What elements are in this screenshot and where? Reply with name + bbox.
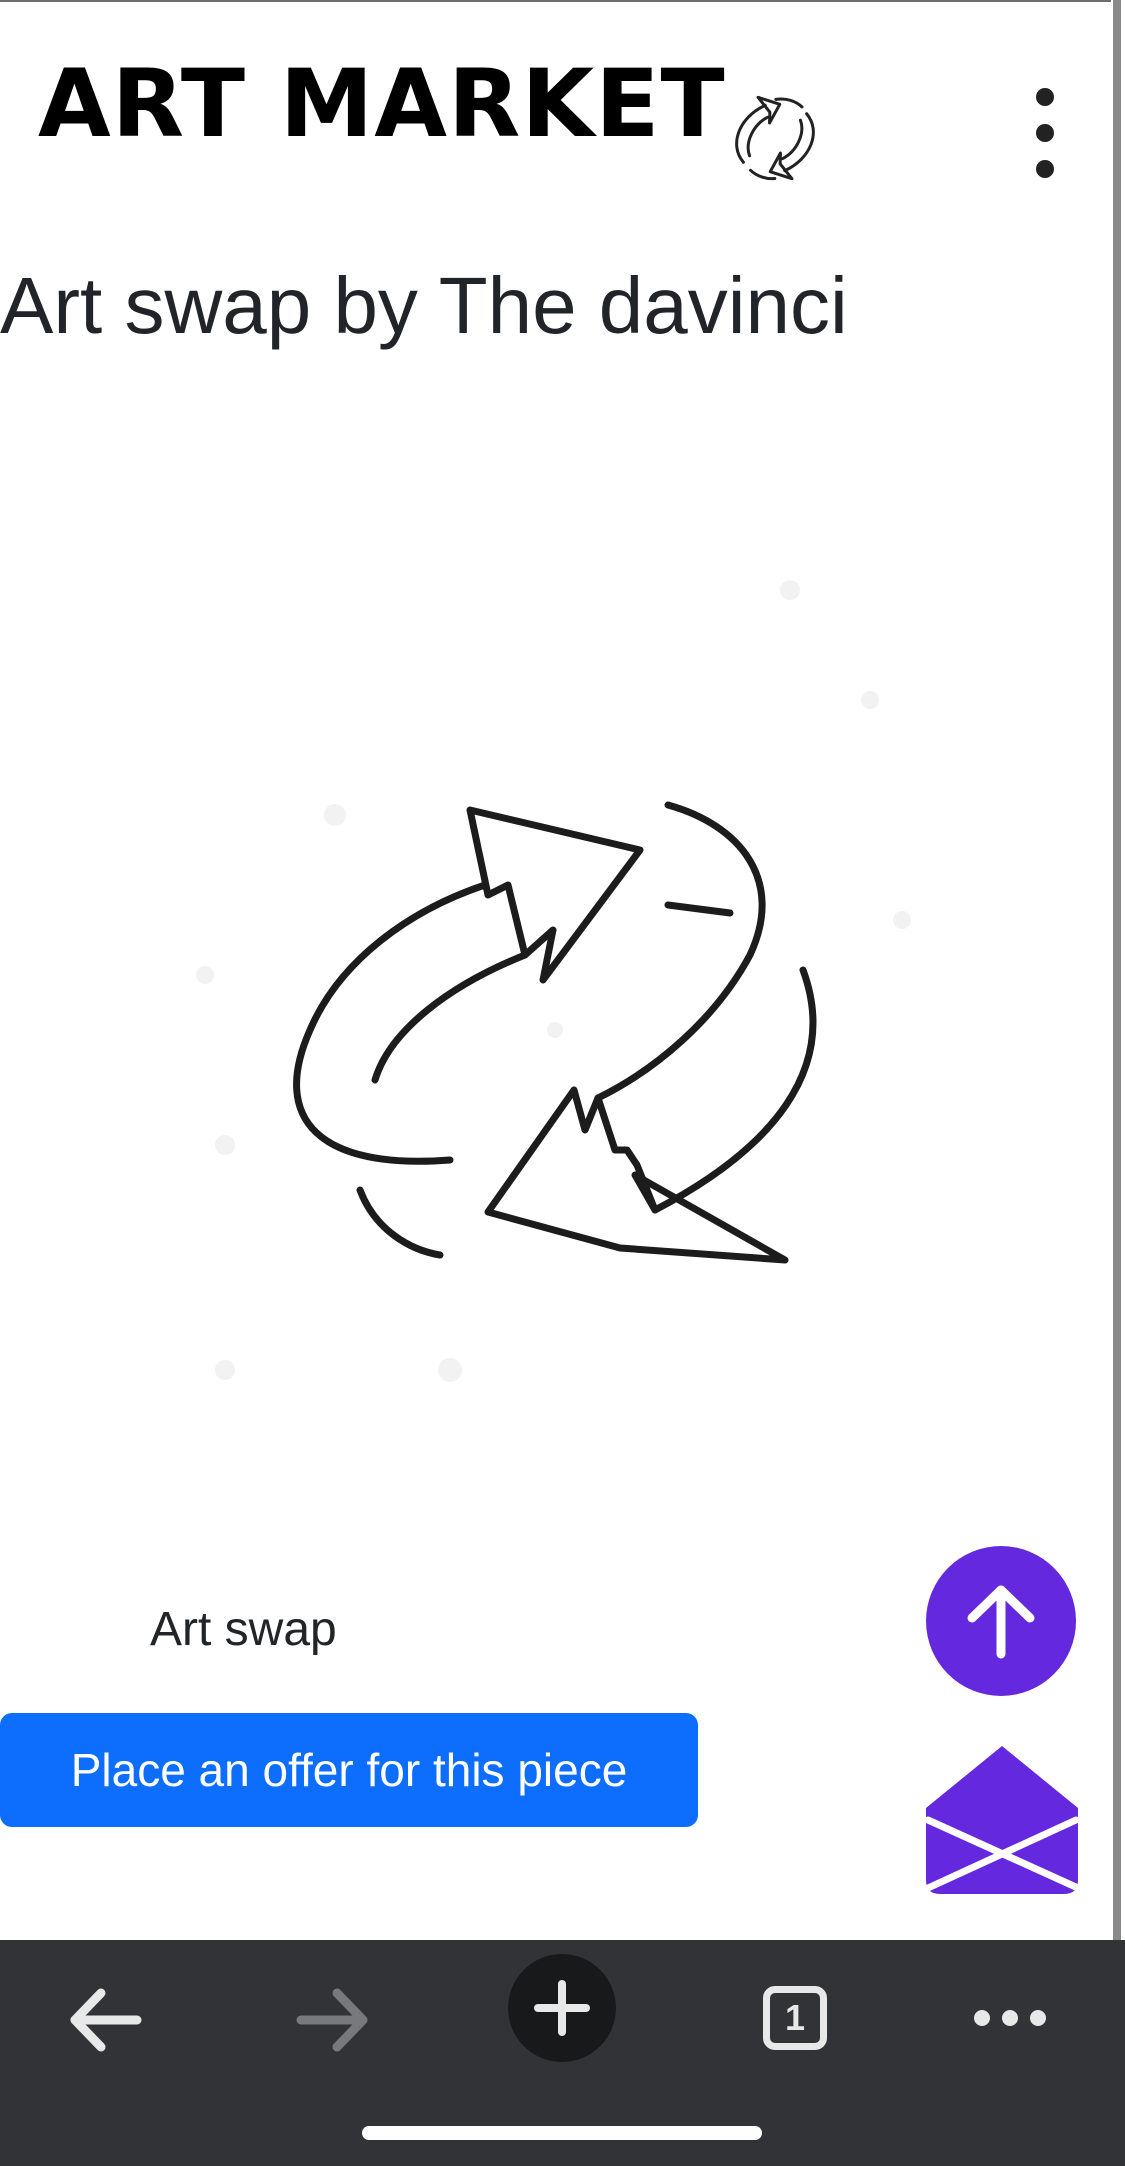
back-button[interactable] xyxy=(50,1970,160,2070)
page-scrollbar[interactable] xyxy=(1111,0,1125,1940)
scroll-to-top-button[interactable] xyxy=(926,1546,1076,1696)
plus-icon xyxy=(534,1980,590,2036)
tab-switcher-button[interactable]: 1 xyxy=(740,1968,850,2068)
new-tab-button[interactable] xyxy=(508,1954,616,2062)
artwork-image xyxy=(196,580,911,1382)
top-border xyxy=(0,0,1125,2)
place-offer-button[interactable]: Place an offer for this piece xyxy=(0,1713,698,1827)
vertical-dots-icon xyxy=(1036,88,1054,106)
swap-arrows-icon[interactable] xyxy=(715,88,835,188)
arrow-right-icon xyxy=(296,1988,368,2052)
more-options-button[interactable] xyxy=(955,1968,1065,2068)
arrow-up-icon xyxy=(967,1585,1035,1659)
tab-count-badge: 1 xyxy=(763,1986,827,2050)
artwork-caption: Art swap xyxy=(150,1603,337,1656)
brand-title[interactable]: ART MARKET xyxy=(38,58,726,152)
envelope-open-icon[interactable] xyxy=(926,1744,1078,1894)
home-indicator[interactable] xyxy=(362,2126,762,2140)
overflow-menu-button[interactable] xyxy=(1016,88,1074,178)
scrollbar-thumb[interactable] xyxy=(1113,0,1121,1940)
arrow-left-icon xyxy=(70,1988,142,2052)
forward-button[interactable] xyxy=(278,1970,388,2070)
page-title: Art swap by The davinci xyxy=(0,261,848,350)
horizontal-dots-icon xyxy=(974,2010,1046,2026)
